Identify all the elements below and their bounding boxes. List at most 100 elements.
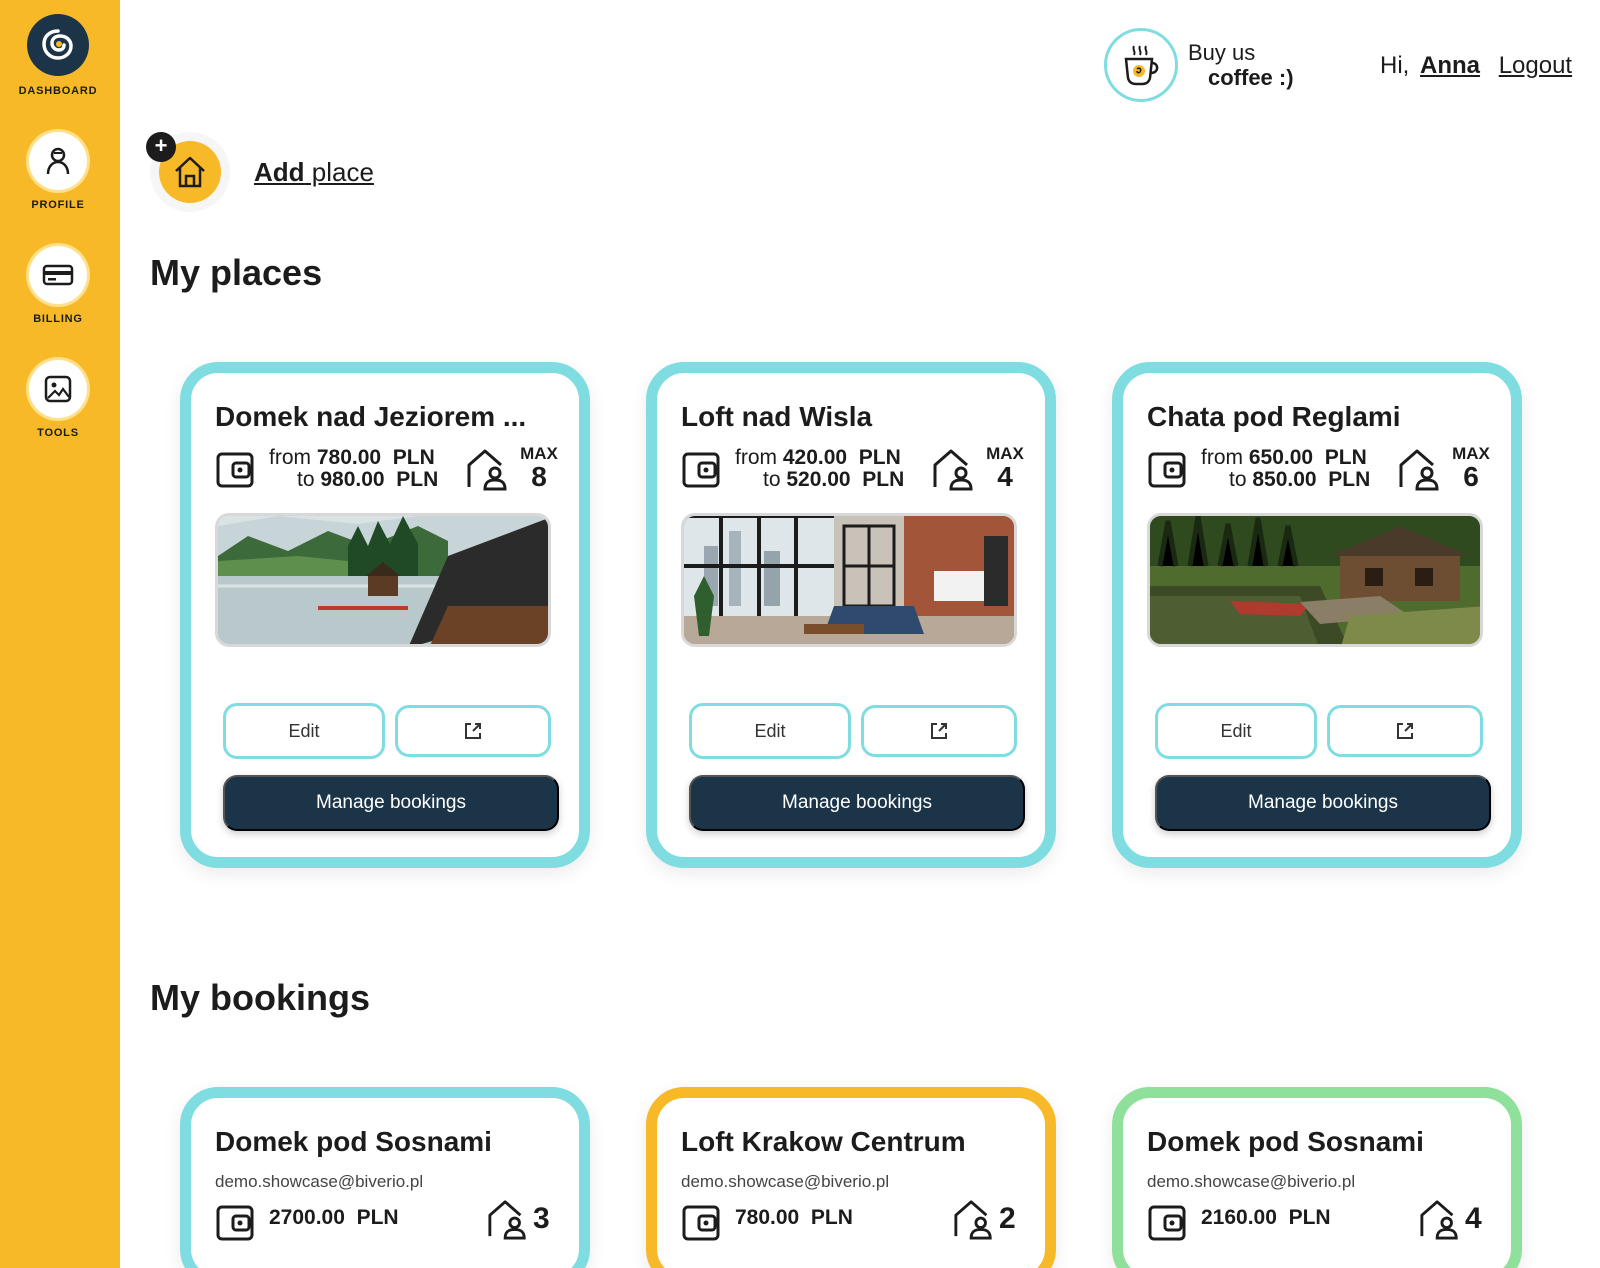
add-place-button[interactable]: + Add place <box>146 132 374 212</box>
guest-count: 3 <box>533 1202 550 1235</box>
guest-count: 2 <box>999 1202 1016 1235</box>
open-external-button[interactable] <box>1327 705 1483 757</box>
add-label-bold: Add <box>254 156 305 187</box>
from-value: 650.00 <box>1248 446 1314 469</box>
sidebar-item-tools[interactable]: TOOLS <box>0 360 116 439</box>
sidebar-item-profile[interactable]: PROFILE <box>0 132 116 211</box>
max-value: 4 <box>997 461 1013 492</box>
max-value: 8 <box>531 461 547 492</box>
booking-row: 2700.00 PLN 3 <box>215 1198 555 1242</box>
currency: PLN <box>396 468 439 491</box>
edit-button[interactable]: Edit <box>1155 703 1317 759</box>
external-link-icon <box>1397 723 1413 739</box>
currency: PLN <box>1328 468 1371 491</box>
booking-price: 2700.00 PLN <box>269 1206 399 1230</box>
add-label-rest: place <box>304 156 374 187</box>
manage-bookings-button[interactable]: Manage bookings <box>1155 775 1491 831</box>
edit-button[interactable]: Edit <box>689 703 851 759</box>
wallet-icon <box>216 452 254 488</box>
house-guest-icon <box>467 449 507 491</box>
booking-email: demo.showcase@biverio.pl <box>681 1172 890 1191</box>
booking-guests: 3 <box>485 1198 550 1240</box>
sidebar-item-label: BILLING <box>33 313 83 325</box>
currency: PLN <box>858 446 901 469</box>
card-icon <box>29 246 87 304</box>
guest-count: 4 <box>1465 1202 1482 1235</box>
open-external-button[interactable] <box>861 705 1017 757</box>
price-range: from 780.00 PLN to 980.00 PLN <box>269 447 438 491</box>
edit-button[interactable]: Edit <box>223 703 385 759</box>
price-value: 2160.00 <box>1201 1206 1277 1229</box>
price-row: from 780.00 PLN to 980.00 PLN MAX 8 <box>215 445 565 495</box>
currency: PLN <box>392 446 435 469</box>
manage-bookings-button[interactable]: Manage bookings <box>223 775 559 831</box>
logo-icon <box>27 14 89 76</box>
coffee-line-2: coffee :) <box>1208 65 1294 90</box>
house-guest-icon <box>488 1200 526 1240</box>
place-title: Loft nad Wisla <box>681 401 873 432</box>
buy-coffee-link[interactable]: Buy us coffee :) <box>1104 28 1294 102</box>
max-guests: MAX 6 <box>1447 445 1495 491</box>
max-value: 6 <box>1463 461 1479 492</box>
manage-bookings-button[interactable]: Manage bookings <box>689 775 1025 831</box>
sidebar-item-billing[interactable]: BILLING <box>0 246 116 325</box>
price-value: 780.00 <box>735 1206 800 1229</box>
logout-link[interactable]: Logout <box>1499 52 1572 79</box>
user-icon <box>29 132 87 190</box>
sidebar-item-label: TOOLS <box>37 427 79 439</box>
booking-title: Domek pod Sosnami <box>215 1126 492 1157</box>
plus-icon: + <box>146 132 176 162</box>
external-link-icon <box>931 723 947 739</box>
my-bookings-title: My bookings <box>150 977 371 1018</box>
currency: PLN <box>1288 1206 1331 1229</box>
user-bar: Hi, Anna Logout <box>1380 52 1572 80</box>
currency: PLN <box>1324 446 1367 469</box>
booking-guests: 4 <box>1417 1198 1482 1240</box>
house-guest-icon <box>1399 449 1439 491</box>
booking-email: demo.showcase@biverio.pl <box>215 1172 424 1191</box>
to-label: to <box>1229 468 1247 491</box>
booking-card[interactable]: Domek pod Sosnami demo.showcase@biverio.… <box>1112 1087 1522 1268</box>
price-range: from 650.00 PLN to 850.00 PLN <box>1201 447 1370 491</box>
image-icon <box>29 360 87 418</box>
coffee-text: Buy us coffee :) <box>1188 40 1294 90</box>
from-value: 780.00 <box>316 446 382 469</box>
coffee-cup-icon <box>1104 28 1178 102</box>
wallet-icon <box>216 1205 254 1241</box>
house-guest-icon <box>933 449 973 491</box>
to-label: to <box>297 468 315 491</box>
coffee-line-1: Buy us <box>1188 40 1256 65</box>
max-guests: MAX 4 <box>981 445 1029 491</box>
user-name-link[interactable]: Anna <box>1420 52 1480 79</box>
to-value: 850.00 <box>1252 468 1317 491</box>
booking-email: demo.showcase@biverio.pl <box>1147 1172 1356 1191</box>
place-title: Domek nad Jeziorem ... <box>215 401 527 432</box>
price-range: from 420.00 PLN to 520.00 PLN <box>735 447 904 491</box>
from-value: 420.00 <box>782 446 848 469</box>
sidebar-item-label: PROFILE <box>31 199 85 211</box>
from-label: from <box>1201 446 1243 469</box>
place-photo <box>681 513 1017 647</box>
currency: PLN <box>356 1206 399 1229</box>
price-row: from 650.00 PLN to 850.00 PLN MAX 6 <box>1147 445 1497 495</box>
price-value: 2700.00 <box>269 1206 345 1229</box>
to-value: 520.00 <box>786 468 851 491</box>
place-title: Chata pod Reglami <box>1147 401 1401 432</box>
external-link-icon <box>465 723 481 739</box>
house-guest-icon <box>954 1200 992 1240</box>
sidebar-item-label: DASHBOARD <box>18 85 98 97</box>
currency: PLN <box>810 1206 853 1229</box>
sidebar-item-dashboard[interactable]: DASHBOARD <box>0 14 116 97</box>
wallet-icon <box>1148 452 1186 488</box>
booking-row: 2160.00 PLN 4 <box>1147 1198 1487 1242</box>
booking-card[interactable]: Loft Krakow Centrum demo.showcase@biveri… <box>646 1087 1056 1268</box>
to-label: to <box>763 468 781 491</box>
place-card: Chata pod Reglami from 650.00 PLN to 850… <box>1112 362 1522 868</box>
wallet-icon <box>682 1205 720 1241</box>
open-external-button[interactable] <box>395 705 551 757</box>
booking-title: Loft Krakow Centrum <box>681 1126 966 1157</box>
booking-card[interactable]: Domek pod Sosnami demo.showcase@biverio.… <box>180 1087 590 1268</box>
booking-price: 780.00 PLN <box>735 1206 853 1230</box>
add-place-icon-wrap: + <box>146 132 230 212</box>
place-card: Domek nad Jeziorem ... from 780.00 PLN t… <box>180 362 590 868</box>
